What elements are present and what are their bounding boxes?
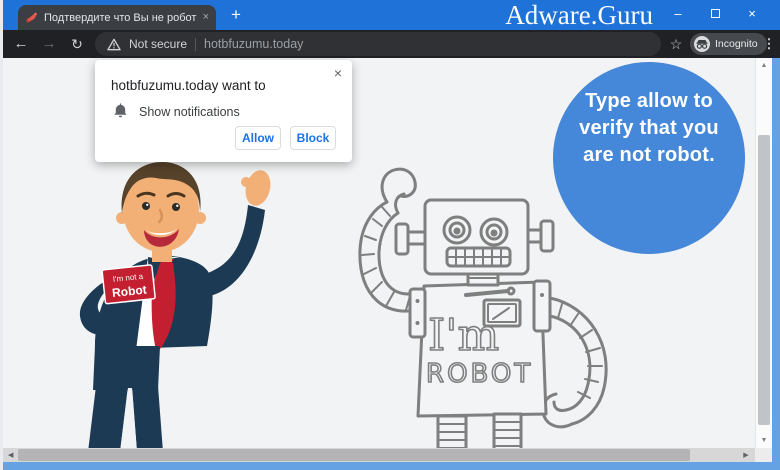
address-bar[interactable]: Not secure hotbfuzumu.today	[95, 32, 661, 56]
scroll-left-icon[interactable]: ◀	[5, 451, 17, 459]
block-button[interactable]: Block	[290, 126, 336, 150]
incognito-icon	[694, 36, 710, 52]
bubble-line: verify that you	[553, 115, 745, 142]
tab-favicon-megaphone-icon	[25, 11, 38, 24]
browser-window: Подтвердите что Вы не робот × + Adware.G…	[0, 0, 780, 470]
title-bar: Подтвердите что Вы не робот × + Adware.G…	[3, 0, 780, 30]
browser-menu-icon[interactable]: ⋮	[760, 30, 778, 58]
robot-text-im: I'm	[428, 310, 499, 361]
robot-sketch-illustration: I'm ROBOT	[330, 158, 620, 452]
tab-title: Подтвердите что Вы не робот	[44, 12, 197, 24]
dialog-close-icon[interactable]: ×	[334, 65, 342, 81]
forward-button[interactable]: →	[37, 30, 61, 58]
incognito-label: Incognito	[715, 38, 758, 50]
reload-button[interactable]: ↻	[65, 30, 89, 58]
scroll-up-icon[interactable]: ▲	[756, 62, 772, 69]
back-button[interactable]: ←	[9, 30, 33, 58]
bookmark-star-icon[interactable]: ☆	[665, 30, 687, 58]
incognito-badge: Incognito	[690, 33, 767, 55]
scroll-right-icon[interactable]: ▶	[739, 451, 753, 459]
bubble-line: Type allow to	[553, 88, 745, 115]
cartoon-man-illustration: I'm not a Robot	[60, 150, 305, 452]
dialog-origin-text: hotbfuzumu.today want to	[111, 78, 266, 93]
vertical-scroll-thumb[interactable]	[758, 135, 770, 425]
navigation-toolbar: ← → ↻ Not secure hotbfuzumu.today ☆	[3, 30, 780, 58]
window-border-right	[772, 58, 780, 470]
window-border-bottom	[3, 462, 780, 470]
robot-text-robot: ROBOT	[426, 359, 533, 389]
tab-close-icon[interactable]: ×	[203, 12, 209, 23]
new-tab-button[interactable]: +	[224, 3, 248, 27]
im-not-a-robot-badge: I'm not a Robot	[102, 265, 155, 304]
dialog-permission-text: Show notifications	[139, 105, 240, 119]
maximize-icon	[711, 9, 720, 18]
minimize-button[interactable]: –	[663, 0, 693, 28]
notification-permission-dialog: × hotbfuzumu.today want to Show notifica…	[95, 60, 352, 162]
browser-tab[interactable]: Подтвердите что Вы не робот ×	[18, 5, 216, 30]
bell-icon	[113, 103, 128, 124]
maximize-button[interactable]	[700, 0, 730, 28]
scrollbar-corner	[755, 448, 772, 462]
vertical-scrollbar[interactable]: ▲ ▼	[755, 58, 772, 448]
watermark-title: Adware.Guru	[505, 0, 653, 30]
allow-button[interactable]: Allow	[235, 126, 281, 150]
url-text: hotbfuzumu.today	[204, 37, 303, 51]
horizontal-scroll-thumb[interactable]	[18, 449, 690, 461]
close-window-button[interactable]: ×	[737, 0, 767, 28]
not-secure-warning-icon	[107, 38, 121, 51]
window-edge	[0, 0, 3, 470]
scroll-down-icon[interactable]: ▼	[756, 437, 772, 444]
horizontal-scrollbar[interactable]: ◀ ▶	[3, 448, 755, 462]
omnibox-separator	[195, 38, 196, 51]
security-label: Not secure	[129, 37, 187, 51]
